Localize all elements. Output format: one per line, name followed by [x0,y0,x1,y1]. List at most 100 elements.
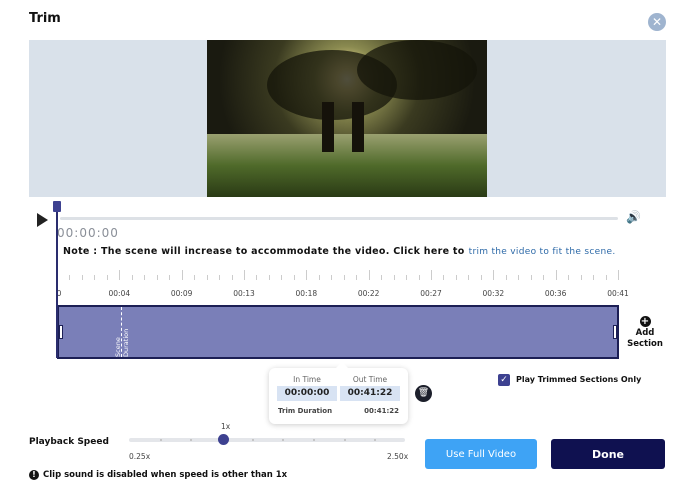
done-button[interactable]: Done [551,439,665,469]
trim-duration-value: 00:41:22 [364,407,399,415]
scene-duration-label: Scene Duration [114,328,130,357]
playhead-handle[interactable] [53,201,61,212]
ruler-tick [219,275,221,280]
ruler-tick [368,270,370,280]
in-time-input[interactable]: 00:00:00 [277,386,337,401]
ruler-tick [331,275,333,280]
playhead[interactable] [56,203,58,358]
ruler-tick [268,275,270,280]
ruler-tick [543,275,545,280]
ruler-tick [69,275,71,280]
ruler-tick [618,270,619,280]
info-icon: ! [29,470,39,480]
speed-slider-knob[interactable] [218,434,229,445]
ruler-tick [244,270,245,280]
playback-speed-label: Playback Speed [29,437,109,447]
add-section-button[interactable]: + Add Section [626,316,664,350]
ruler-tick [256,275,258,280]
speed-info-text: Clip sound is disabled when speed is oth… [43,470,288,480]
speed-max-label: 2.50x [387,452,409,461]
timeline-label: 00:41 [607,289,629,298]
current-time: 00:00:00 [57,226,119,240]
in-time-label: In Time [293,375,321,384]
ruler-tick [181,270,183,280]
ruler-tick [580,275,582,280]
speed-slider[interactable] [129,438,405,442]
scrub-bar[interactable] [60,217,618,220]
timeline-label: 00:13 [233,289,255,298]
speed-step [159,439,162,441]
speed-step [313,439,315,441]
ruler-tick [393,275,395,280]
use-full-video-button[interactable]: Use Full Video [425,439,537,469]
ruler-tick [381,275,383,280]
speed-step [343,439,346,441]
ruler-tick [318,275,320,280]
trim-to-fit-link[interactable]: trim the video to fit the scene. [469,247,616,257]
ruler-tick [293,275,295,280]
ruler-tick [555,270,557,280]
ruler-tick [418,275,420,280]
play-trimmed-label: Play Trimmed Sections Only [516,375,642,384]
play-button[interactable] [37,213,48,227]
ruler-tick [568,275,570,280]
trim-start-handle[interactable] [59,325,63,339]
close-icon: ✕ [651,15,663,29]
speed-step [190,439,193,441]
ruler-tick [480,275,482,280]
ruler-tick [106,275,108,280]
speed-step [251,439,254,441]
timeline-label: 00:36 [544,289,567,298]
delete-section-button[interactable]: 🗑 [415,385,432,402]
timeline-label: 00:04 [108,289,131,298]
speed-step [374,439,377,441]
volume-icon[interactable]: 🔊 [626,210,641,224]
timeline-label: 00:32 [482,289,505,298]
note-text: Note : The scene will increase to accomm… [63,246,465,257]
ruler-tick [194,275,196,280]
trash-icon: 🗑 [417,388,430,398]
ruler-tick [443,275,445,280]
ruler-tick [455,275,457,280]
close-button[interactable]: ✕ [648,13,666,31]
video-preview [29,40,666,197]
out-time-input[interactable]: 00:41:22 [340,386,400,401]
timeline-label: 00:22 [357,289,380,298]
plus-icon: + [639,316,651,327]
dialog-title: Trim [29,11,61,26]
ruler-tick [231,275,233,280]
timeline-label: 00:09 [170,289,193,298]
ruler-tick [356,275,358,280]
speed-step [282,439,285,441]
ruler-tick [94,275,96,280]
ruler-tick [281,275,283,280]
ruler-tick [530,275,532,280]
ruler-tick [306,270,308,280]
trim-duration-label: Trim Duration [278,407,333,415]
trim-popup: In Time Out Time 00:00:00 00:41:22 Trim … [269,362,408,424]
trim-end-handle[interactable] [613,325,617,339]
ruler-tick [119,270,121,280]
out-time-label: Out Time [352,375,388,384]
speed-current: 1x [221,422,231,431]
ruler-tick [431,270,432,280]
ruler-tick [169,275,171,280]
trim-track[interactable]: Scene Duration [57,305,619,359]
ruler-tick [131,275,133,280]
ruler-tick [593,275,595,280]
scene-note: Note : The scene will increase to accomm… [63,246,616,257]
ruler-tick [505,275,507,280]
ruler-tick [605,275,607,280]
play-trimmed-checkbox[interactable]: ✓ [498,374,510,386]
add-section-label: Add Section [627,328,663,349]
ruler-tick [206,275,208,280]
ruler-tick [468,275,470,280]
ruler-tick [518,275,520,280]
ruler-tick [81,275,83,280]
ruler-tick [493,270,495,280]
video-frame [207,40,487,197]
speed-info: ! Clip sound is disabled when speed is ot… [29,470,287,480]
timeline-label: 00:27 [420,289,442,298]
speed-min-label: 0.25x [129,452,151,461]
ruler-tick [144,275,146,280]
